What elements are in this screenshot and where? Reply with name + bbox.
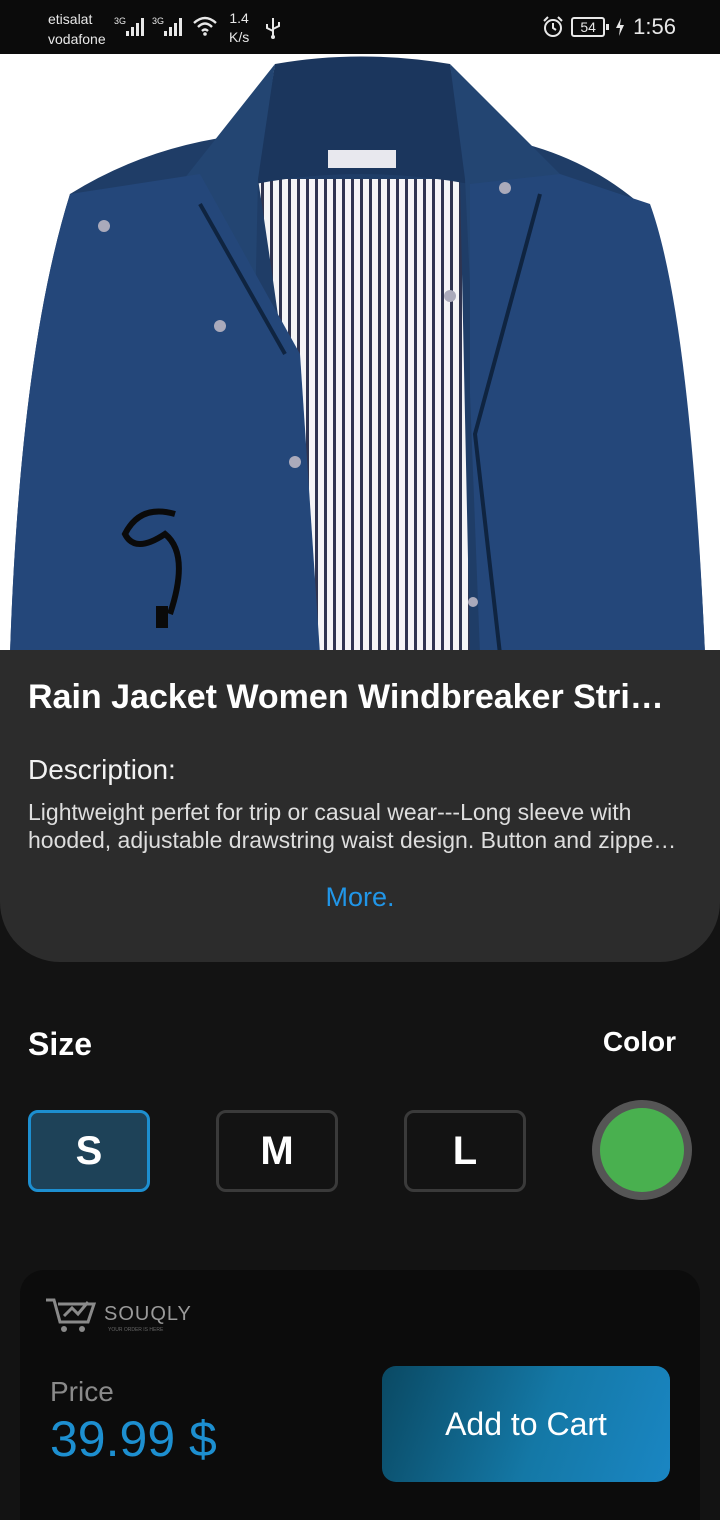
size-label: Size bbox=[28, 1026, 93, 1062]
carrier-1: etisalat bbox=[48, 11, 93, 27]
usb-icon bbox=[266, 18, 280, 39]
description-text: Lightweight perfet for trip or casual we… bbox=[28, 799, 677, 853]
price-value: 39.99 $ bbox=[50, 1411, 217, 1467]
battery-icon: 54 bbox=[571, 17, 610, 37]
signal-icon: 3G bbox=[152, 16, 182, 36]
alarm-icon bbox=[543, 16, 563, 37]
size-option-m[interactable]: M bbox=[216, 1110, 338, 1192]
network-speed-unit: K/s bbox=[229, 29, 250, 45]
status-bar: etisalat vodafone 3G 3G 1.4 K/s 54 1:56 bbox=[0, 0, 720, 54]
network-speed-value: 1.4 bbox=[229, 10, 249, 26]
carrier-2: vodafone bbox=[48, 31, 106, 47]
description-heading: Description: bbox=[28, 754, 176, 785]
network-type-1: 3G bbox=[114, 16, 126, 26]
product-image[interactable] bbox=[0, 54, 720, 654]
size-option-l[interactable]: L bbox=[404, 1110, 526, 1192]
network-type-2: 3G bbox=[152, 16, 164, 26]
status-right-group: 54 1:56 bbox=[541, 12, 676, 42]
more-link[interactable]: More. bbox=[0, 882, 720, 913]
brand-logo: SOUQLY YOUR ORDER IS HERE bbox=[44, 1294, 192, 1334]
price-label: Price bbox=[50, 1376, 114, 1407]
brand-tagline: YOUR ORDER IS HERE bbox=[108, 1327, 164, 1333]
checkout-panel: SOUQLY YOUR ORDER IS HERE Price 39.99 $ … bbox=[20, 1270, 700, 1520]
add-to-cart-button[interactable]: Add to Cart bbox=[382, 1366, 670, 1482]
color-swatch-green[interactable] bbox=[592, 1100, 692, 1200]
wifi-icon bbox=[193, 16, 217, 36]
brand-name: SOUQLY bbox=[104, 1302, 192, 1325]
color-label: Color bbox=[602, 1026, 676, 1057]
jacket-illustration bbox=[10, 56, 705, 654]
size-option-s[interactable]: S bbox=[28, 1110, 150, 1192]
status-time: 1:56 bbox=[633, 14, 676, 39]
network-speed: 1.4 K/s bbox=[229, 9, 249, 47]
charging-icon bbox=[616, 18, 625, 36]
cart-logo-icon bbox=[46, 1298, 97, 1332]
product-title: Rain Jacket Women Windbreaker Stri… bbox=[28, 678, 664, 716]
product-info-card: Rain Jacket Women Windbreaker Stri… Desc… bbox=[0, 650, 720, 962]
carrier-names: etisalat vodafone bbox=[48, 9, 106, 49]
signal-icon: 3G bbox=[114, 16, 144, 36]
